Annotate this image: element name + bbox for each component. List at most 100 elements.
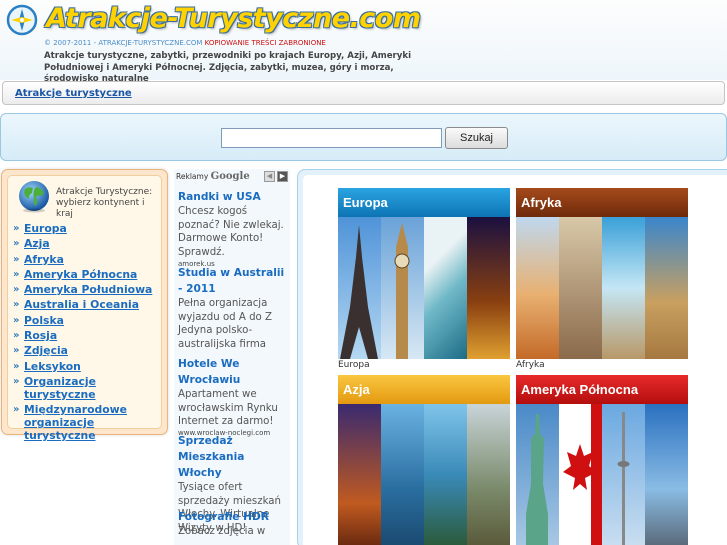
nav-link[interactable]: Australia i Oceania: [24, 298, 139, 311]
ads-prev-icon[interactable]: ◀: [264, 171, 275, 182]
nav-link[interactable]: Afryka: [24, 253, 64, 266]
nav-item-afryka[interactable]: » Afryka: [8, 253, 158, 266]
ad-text: Chcesz kogoś poznać? Nie zwlekaj. Darmow…: [178, 206, 284, 259]
ad-item[interactable]: Fotografie HDR Zobacz zdjęcia w: [178, 509, 290, 539]
ad-text: Pełna organizacja wyjazdu od A do Z Jedy…: [178, 298, 273, 351]
search-input[interactable]: [221, 128, 442, 148]
copy-warning: KOPIOWANIE TREŚCI ZABRONIONE: [204, 39, 326, 47]
nav-link[interactable]: Rosja: [24, 329, 57, 342]
ads-header[interactable]: Reklamy Google: [176, 171, 250, 182]
nav-item-organizacje[interactable]: » Organizacje turystyczne: [8, 375, 158, 401]
card-caption[interactable]: Afryka: [516, 360, 688, 371]
search-button[interactable]: Szukaj: [445, 127, 508, 149]
nav-item-europa[interactable]: » Europa: [8, 222, 158, 235]
card-caption[interactable]: Europa: [338, 360, 510, 371]
city-night-photo: [467, 217, 510, 359]
nav-item-miedzynarodowe[interactable]: » Międzynarodowe organizacje turystyczne: [8, 403, 158, 442]
ad-text: Zobacz zdjęcia w: [178, 526, 266, 537]
search-bar: Szukaj: [0, 113, 727, 161]
ad-title[interactable]: Sprzedaż Mieszkania Włochy: [178, 433, 290, 481]
ad-item[interactable]: Hotele We Wrocławiu Apartament we wrocła…: [178, 356, 290, 437]
statue-of-liberty-photo: [516, 404, 559, 545]
nav-link[interactable]: Ameryka Południowa: [24, 283, 152, 296]
site-logo[interactable]: Atrakcje-Turystyczne.com: [46, 3, 421, 34]
nav-item-zdjecia[interactable]: » Zdjęcia: [8, 344, 158, 357]
cn-tower-photo: [602, 404, 645, 545]
canada-flag-photo: [559, 404, 602, 545]
bullet-icon: »: [13, 223, 20, 234]
coast-photo: [602, 217, 645, 359]
ad-text: Apartament we wrocławskim Rynku Internet…: [178, 389, 278, 428]
azja-collage-image[interactable]: Azja: [338, 375, 510, 545]
site-header: Atrakcje-Turystyczne.com © 2007-2011 - a…: [0, 0, 727, 84]
sphinx-photo: [645, 217, 688, 359]
ad-title[interactable]: Randki w USA: [178, 189, 290, 205]
card-banner: Europa: [338, 188, 510, 217]
bullet-icon: »: [13, 299, 20, 311]
nav-item-ameryka-polnocna[interactable]: » Ameryka Północna: [8, 268, 158, 281]
bullet-icon: »: [13, 253, 20, 265]
nav-item-azja[interactable]: » Azja: [8, 237, 158, 250]
continent-card-afryka[interactable]: Afryka Afryka: [516, 188, 688, 371]
bullet-icon: »: [13, 330, 20, 342]
gallery-panel: Europa Europa Afryka Afryka Azja Ameryka…: [303, 175, 727, 545]
bullet-icon: »: [13, 238, 20, 250]
lagoon-photo: [424, 404, 467, 545]
sidebar-panel: Atrakcje Turystyczne: wybierz kontynent …: [7, 175, 162, 442]
google-logo: Google: [210, 171, 250, 182]
skyline-photo: [645, 404, 688, 545]
desert-photo: [516, 217, 559, 359]
bullet-icon: »: [13, 375, 20, 387]
continent-card-europa[interactable]: Europa Europa: [338, 188, 510, 371]
ads-next-icon[interactable]: ▶: [277, 171, 288, 182]
globe-icon: [19, 181, 49, 213]
nav-link[interactable]: Ameryka Północna: [24, 268, 137, 281]
ad-title[interactable]: Studia w Australii - 2011: [178, 265, 290, 297]
big-ben-photo: [381, 217, 424, 359]
nav-link[interactable]: Europa: [24, 222, 67, 235]
nav-item-polska[interactable]: » Polska: [8, 314, 158, 327]
bullet-icon: »: [13, 284, 20, 296]
bullet-icon: »: [13, 360, 20, 372]
eiffel-tower-photo: [338, 217, 381, 359]
sidebar-title: Atrakcje Turystyczne: wybierz kontynent …: [56, 187, 153, 219]
afryka-collage-image[interactable]: Afryka: [516, 188, 688, 359]
copyright-notice: © 2007-2011 - atrakcje-turystyczne.com K…: [44, 39, 326, 47]
continent-card-ameryka-polnocna[interactable]: Ameryka Północna: [516, 375, 688, 545]
copyright-text: © 2007-2011 - atrakcje-turystyczne.com: [44, 39, 203, 47]
card-banner: Afryka: [516, 188, 688, 217]
ad-title[interactable]: Hotele We Wrocławiu: [178, 356, 290, 388]
nav-link[interactable]: Polska: [24, 314, 64, 327]
ad-item[interactable]: Randki w USA Chcesz kogoś poznać? Nie zw…: [178, 189, 290, 268]
bullet-icon: »: [13, 268, 20, 280]
card-banner: Azja: [338, 375, 510, 404]
google-ads-column: Reklamy Google ◀ ▶ Randki w USA Chcesz k…: [174, 169, 290, 545]
ad-title[interactable]: Fotografie HDR: [178, 509, 290, 525]
breadcrumb: Atrakcje turystyczne: [2, 81, 725, 105]
nav-item-leksykon[interactable]: » Leksykon: [8, 360, 158, 373]
bullet-icon: »: [13, 314, 20, 326]
bullet-icon: »: [13, 404, 20, 416]
ads-label: Reklamy: [176, 172, 209, 181]
nav-link[interactable]: Azja: [24, 237, 50, 250]
ad-item[interactable]: Studia w Australii - 2011 Pełna organiza…: [178, 265, 290, 352]
continent-gallery: Europa Europa Afryka Afryka Azja Ameryka…: [297, 169, 727, 545]
continent-card-azja[interactable]: Azja: [338, 375, 510, 545]
compass-icon[interactable]: [6, 4, 38, 36]
continent-nav: » Europa » Azja » Afryka » Ameryka Północna …: [8, 222, 158, 445]
nav-link[interactable]: Międzynarodowe organizacje turystyczne: [24, 403, 127, 442]
beach-photo: [424, 217, 467, 359]
bullet-icon: »: [13, 345, 20, 357]
nav-link[interactable]: Leksykon: [24, 360, 81, 373]
nav-item-rosja[interactable]: » Rosja: [8, 329, 158, 342]
nav-item-australia[interactable]: » Australia i Oceania: [8, 298, 158, 311]
nav-link[interactable]: Organizacje turystyczne: [24, 375, 96, 401]
ameryka-polnocna-collage-image[interactable]: Ameryka Północna: [516, 375, 688, 545]
nav-item-ameryka-poludniowa[interactable]: » Ameryka Południowa: [8, 283, 158, 296]
nav-link[interactable]: Zdjęcia: [24, 344, 68, 357]
breadcrumb-home-link[interactable]: Atrakcje turystyczne: [15, 88, 132, 99]
sea-photo: [381, 404, 424, 545]
great-wall-photo: [467, 404, 510, 545]
continent-sidebar: Atrakcje Turystyczne: wybierz kontynent …: [1, 169, 168, 442]
europa-collage-image[interactable]: Europa: [338, 188, 510, 359]
